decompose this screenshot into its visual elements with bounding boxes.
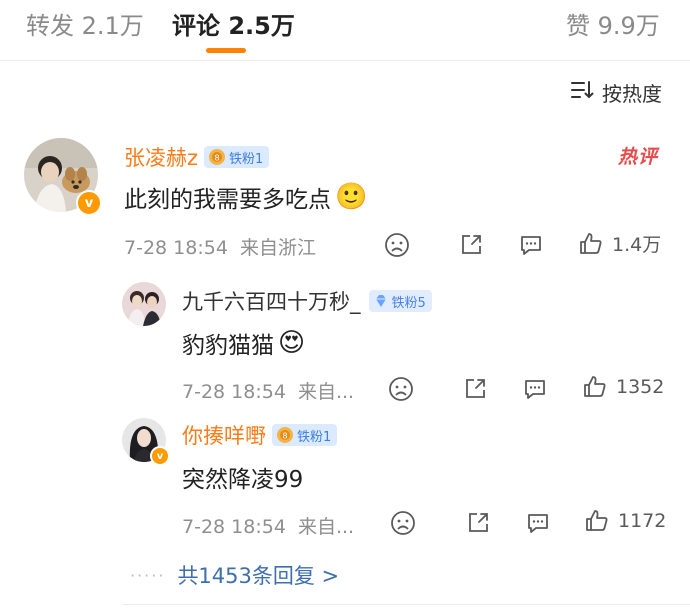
fan-badge: 铁粉5 [368, 290, 432, 312]
tab-like-label: 赞 [566, 12, 590, 40]
dislike-button[interactable] [384, 232, 410, 258]
dislike-button[interactable] [388, 376, 414, 402]
reply-username[interactable]: 九千六百四十万秒_ [182, 286, 361, 316]
fan-level-icon: 8 [277, 427, 293, 443]
fan-badge-label: 铁粉1 [297, 429, 332, 445]
sad-face-icon [389, 377, 413, 401]
reply-meta: 7-28 18:54 来自... [182, 512, 354, 539]
like-count: 1352 [616, 376, 665, 398]
sort-label: 按热度 [602, 82, 662, 106]
share-button[interactable] [458, 232, 484, 258]
comment-text: 此刻的我需要多吃点 🙂 [124, 180, 367, 214]
reply-button[interactable] [525, 510, 551, 536]
fan-badge: 8 铁粉1 [204, 146, 270, 168]
reply-text: 豹豹猫猫 😍 [182, 326, 305, 360]
tab-repost-count: 2.1万 [81, 12, 144, 40]
reply-button[interactable] [518, 232, 544, 258]
reply-location: 来自... [297, 516, 355, 538]
comment-meta: 7-28 18:54 来自浙江 [124, 233, 316, 260]
like-button[interactable]: 1.4万 [578, 230, 661, 257]
reply-time: 7-28 18:54 [182, 381, 286, 403]
reply-meta: 7-28 18:54 来自... [182, 377, 354, 404]
thumbs-up-icon [580, 232, 602, 254]
active-tab-indicator [206, 48, 246, 53]
reply-avatar[interactable] [122, 282, 166, 326]
fan-badge-label: 铁粉1 [229, 151, 264, 167]
tab-repost-label: 转发 [26, 12, 74, 40]
reply-button[interactable] [522, 376, 548, 402]
bottom-divider [122, 604, 690, 605]
reply-author-row: 九千六百四十万秒_ 铁粉5 [182, 286, 432, 316]
verified-badge-icon: v [150, 446, 170, 466]
svg-text:8: 8 [282, 432, 287, 441]
reply-text-body: 豹豹猫猫 [182, 333, 274, 359]
fan-badge-label: 铁粉5 [391, 295, 426, 311]
sad-face-icon [385, 233, 409, 257]
comment-location: 来自浙江 [239, 237, 316, 259]
hot-comment-badge: 热评 [618, 146, 659, 168]
sort-button[interactable]: 按热度 [570, 78, 662, 107]
like-button[interactable]: 1352 [582, 374, 664, 400]
share-button[interactable] [465, 510, 491, 536]
reply-username[interactable]: 你揍咩嘢 [182, 420, 266, 450]
like-count: 1.4万 [612, 234, 662, 256]
reply-time: 7-28 18:54 [182, 516, 286, 538]
comment-icon [528, 514, 548, 533]
tab-repost[interactable]: 转发 2.1万 [26, 6, 144, 41]
fan-badge: 8 铁粉1 [272, 424, 338, 446]
thumbs-up-icon [586, 510, 608, 531]
view-all-replies-link[interactable]: ····· 共1453条回复 > [130, 560, 339, 590]
comment-time: 7-28 18:54 [124, 237, 228, 259]
fan-level-icon: 8 [209, 149, 226, 165]
diamond-icon [375, 295, 386, 307]
share-button[interactable] [462, 376, 488, 402]
dots-separator: ····· [130, 565, 166, 585]
tab-comment-label: 评论 [172, 12, 220, 40]
reply-text: 突然降凌99 [182, 467, 304, 493]
verified-badge-icon: v [76, 190, 102, 216]
like-button[interactable]: 1172 [584, 508, 666, 534]
tab-comment[interactable]: 评论 2.5万 [172, 6, 295, 41]
svg-text:8: 8 [214, 154, 219, 163]
comment-text-body: 此刻的我需要多吃点 [124, 187, 331, 213]
tabs-divider [0, 60, 690, 61]
tab-like-count: 9.9万 [597, 12, 660, 40]
tab-comment-count: 2.5万 [228, 12, 295, 40]
comment-author-row: 张凌赫z 8 铁粉1 [124, 142, 270, 172]
dislike-button[interactable] [390, 510, 416, 536]
share-icon [462, 235, 481, 254]
comment-icon [521, 236, 541, 255]
sort-icon [570, 79, 594, 106]
share-icon [469, 513, 488, 532]
reply-location: 来自... [297, 381, 355, 403]
like-count: 1172 [618, 510, 667, 532]
thumbs-up-icon [584, 376, 606, 397]
heart-eyes-emoji-icon: 😍 [278, 328, 306, 358]
share-icon [466, 379, 485, 398]
sad-face-icon [391, 511, 415, 535]
reply-author-row: 你揍咩嘢 8 铁粉1 [182, 420, 338, 450]
comment-username[interactable]: 张凌赫z [124, 142, 198, 172]
smile-emoji-icon: 🙂 [335, 182, 368, 212]
comment-icon [525, 380, 545, 399]
view-all-replies-label: 共1453条回复 > [177, 564, 340, 588]
tab-like[interactable]: 赞 9.9万 [566, 6, 660, 41]
